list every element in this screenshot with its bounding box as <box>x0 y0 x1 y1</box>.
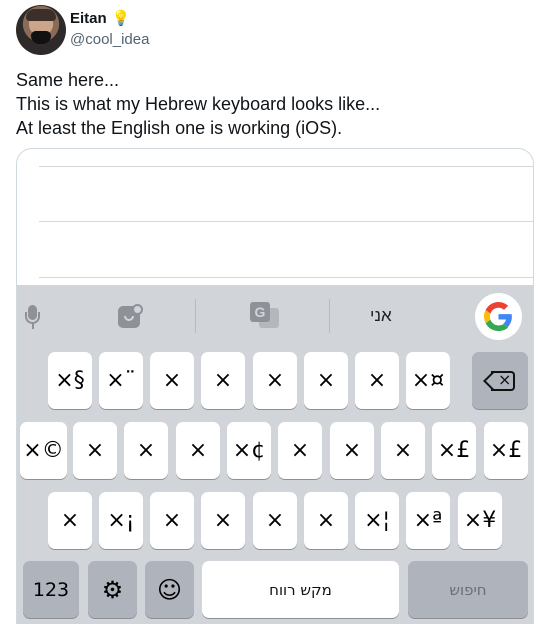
letter-key[interactable]: × <box>355 352 399 409</box>
letter-key[interactable]: × <box>150 492 194 549</box>
author-handle[interactable]: @cool_idea <box>70 31 149 48</box>
key-label: × <box>188 438 208 463</box>
key-label: ×¥ <box>463 508 497 533</box>
key-label: ×§ <box>55 368 85 393</box>
backspace-key[interactable]: × <box>472 352 528 409</box>
avatar[interactable] <box>16 5 66 55</box>
key-label: × <box>213 368 233 393</box>
tweet-text: Same here... This is what my Hebrew keyb… <box>16 68 536 140</box>
avatar-face-mask <box>31 31 51 44</box>
key-label: ×© <box>23 438 64 463</box>
text-area-line <box>39 166 533 167</box>
key-label: × <box>290 438 310 463</box>
letter-key[interactable]: ×¤ <box>406 352 450 409</box>
key-label: חיפוש <box>449 580 487 599</box>
key-label: × <box>162 508 182 533</box>
toolbar-divider <box>329 299 330 333</box>
letter-key[interactable]: × <box>201 352 245 409</box>
key-label: ×£ <box>437 438 471 463</box>
letter-key[interactable]: × <box>176 422 220 479</box>
mic-icon[interactable] <box>23 303 41 331</box>
letter-key[interactable]: ×¡ <box>99 492 143 549</box>
key-label: מקש רווח <box>269 580 332 599</box>
letter-key[interactable]: × <box>304 352 348 409</box>
letter-key[interactable]: × <box>253 492 297 549</box>
key-label: × <box>60 508 80 533</box>
letter-key[interactable]: ×¢ <box>227 422 271 479</box>
letter-key[interactable]: × <box>48 492 92 549</box>
author-name-text: Eitan <box>70 9 107 27</box>
backspace-icon: × <box>483 370 515 391</box>
letter-key[interactable]: ×¨ <box>99 352 143 409</box>
key-label: × <box>213 508 233 533</box>
tweet-line: This is what my Hebrew keyboard looks li… <box>16 94 381 114</box>
key-label: 123 <box>32 578 70 601</box>
toolbar-divider <box>195 299 196 333</box>
letter-key[interactable]: ×¦ <box>355 492 399 549</box>
space-key[interactable]: מקש רווח <box>202 561 399 618</box>
translate-icon[interactable]: G <box>250 302 280 330</box>
google-icon[interactable] <box>475 293 522 340</box>
letter-key[interactable]: × <box>278 422 322 479</box>
letter-key[interactable]: ×ª <box>406 492 450 549</box>
letter-key[interactable]: × <box>253 352 297 409</box>
emoji-key[interactable]: ☺ <box>145 561 194 618</box>
suggestion-word[interactable]: אני <box>370 306 392 326</box>
letter-key[interactable]: × <box>73 422 117 479</box>
letter-key[interactable]: × <box>304 492 348 549</box>
key-label: ×¢ <box>232 438 266 463</box>
letter-key[interactable]: × <box>330 422 374 479</box>
key-label: × <box>265 368 285 393</box>
lightbulb-icon: 💡 <box>111 10 131 27</box>
letter-key[interactable]: ×¥ <box>458 492 502 549</box>
letter-key[interactable]: ×§ <box>48 352 92 409</box>
letter-key[interactable]: × <box>124 422 168 479</box>
settings-key[interactable]: ⚙ <box>88 561 137 618</box>
key-label: ×£ <box>489 438 523 463</box>
sticker-search-icon[interactable] <box>118 304 144 328</box>
avatar-hair <box>26 9 56 21</box>
key-label: × <box>316 508 336 533</box>
text-area-line <box>39 277 533 278</box>
letter-key[interactable]: ×£×£ <box>484 422 528 479</box>
letter-key[interactable]: × <box>201 492 245 549</box>
text-area-line <box>39 221 533 222</box>
tweet-media-image[interactable]: G אני ×§ ×¨ × × × × × ×¤ × ×© × × × ×¢ ×… <box>16 148 534 624</box>
author-name[interactable]: Eitan 💡 <box>70 9 131 28</box>
smiley-icon: ☺ <box>156 575 183 604</box>
key-label: ×¨ <box>106 368 136 393</box>
key-label: × <box>265 508 285 533</box>
key-label: ×ª <box>413 508 443 533</box>
keyboard: G אני ×§ ×¨ × × × × × ×¤ × ×© × × × ×¢ ×… <box>17 285 533 624</box>
key-label: ×¤ <box>411 368 445 393</box>
letter-key[interactable]: × <box>150 352 194 409</box>
keyboard-toolbar: G אני <box>17 285 533 347</box>
numbers-key[interactable]: 123 <box>23 561 79 618</box>
tweet-line: At least the English one is working (iOS… <box>16 118 343 138</box>
letter-key[interactable]: ×© <box>20 422 67 479</box>
key-label: × <box>393 438 413 463</box>
key-label: × <box>342 438 362 463</box>
key-label: × <box>367 368 387 393</box>
key-label: × <box>316 368 336 393</box>
translate-glyph: G <box>250 302 270 322</box>
key-label: ×¡ <box>107 508 135 533</box>
tweet-line: Same here... <box>16 70 120 90</box>
letter-key[interactable]: ×£ <box>432 422 476 479</box>
gear-icon: ⚙ <box>101 575 124 604</box>
search-key[interactable]: חיפוש <box>408 561 528 618</box>
key-label: × <box>85 438 105 463</box>
key-label: × <box>162 368 182 393</box>
letter-key[interactable]: × <box>381 422 425 479</box>
key-label: ×¦ <box>364 508 390 533</box>
key-label: × <box>136 438 156 463</box>
